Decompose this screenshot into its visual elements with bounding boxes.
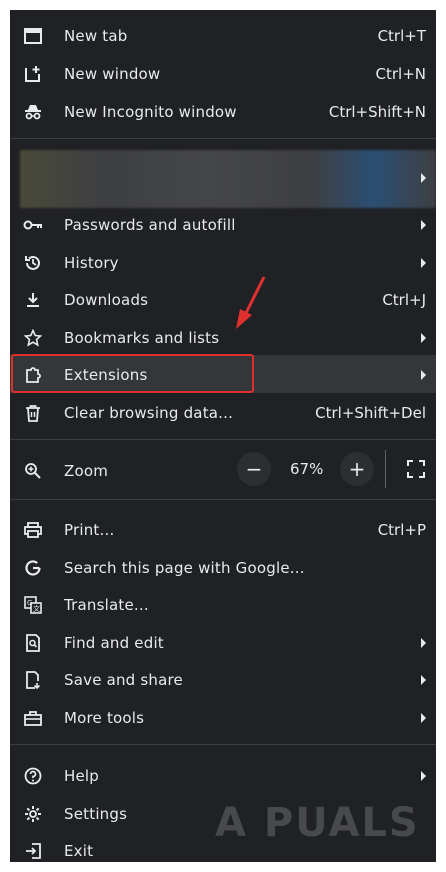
history-icon [22, 253, 44, 273]
exit-icon [22, 841, 44, 861]
menu-item-history[interactable]: History [10, 245, 436, 281]
bookmarks-label: Bookmarks and lists [64, 329, 220, 347]
zoom-level: 67% [290, 460, 324, 478]
history-label: History [64, 254, 119, 272]
search-page-label: Search this page with Google... [64, 559, 305, 577]
find-icon [22, 633, 44, 653]
translate-label: Translate... [64, 596, 149, 614]
menu-item-save-share[interactable]: Save and share [10, 662, 436, 698]
clear-data-label: Clear browsing data... [64, 404, 234, 422]
menu-item-search-page[interactable]: Search this page with Google... [10, 550, 436, 586]
menu-separator [10, 138, 436, 139]
chevron-right-icon [421, 771, 426, 781]
profile-row[interactable] [20, 150, 436, 208]
menu-item-print[interactable]: Print... Ctrl+P [10, 512, 436, 548]
fullscreen-icon[interactable] [406, 459, 426, 479]
save-share-icon [22, 670, 44, 690]
passwords-label: Passwords and autofill [64, 216, 236, 234]
print-label: Print... [64, 521, 115, 539]
exit-label: Exit [64, 842, 94, 860]
print-shortcut: Ctrl+P [377, 521, 426, 539]
menu-item-new-tab[interactable]: New tab Ctrl+T [10, 18, 436, 54]
key-icon [22, 215, 44, 235]
new-incognito-label: New Incognito window [64, 103, 237, 121]
menu-item-passwords[interactable]: Passwords and autofill [10, 207, 436, 243]
menu-item-more-tools[interactable]: More tools [10, 700, 436, 736]
extensions-highlight-box [11, 354, 254, 393]
menu-item-new-incognito[interactable]: New Incognito window Ctrl+Shift+N [10, 94, 436, 130]
menu-separator [10, 439, 436, 440]
gear-icon [22, 804, 44, 824]
new-window-label: New window [64, 65, 161, 83]
printer-icon [22, 520, 44, 540]
chevron-right-icon [421, 258, 426, 268]
menu-item-translate[interactable]: G文 Translate... [10, 587, 436, 623]
settings-label: Settings [64, 805, 128, 823]
downloads-shortcut: Ctrl+J [382, 291, 426, 309]
svg-text:G: G [27, 599, 32, 607]
annotation-arrow-icon [236, 276, 266, 329]
zoom-in-button[interactable]: + [340, 452, 374, 486]
download-icon [22, 290, 44, 310]
new-tab-label: New tab [64, 27, 128, 45]
zoom-divider [385, 450, 386, 488]
google-icon [22, 558, 44, 578]
translate-icon: G文 [22, 595, 44, 615]
help-icon [22, 766, 44, 786]
new-tab-shortcut: Ctrl+T [377, 27, 426, 45]
svg-text:文: 文 [33, 604, 40, 613]
star-icon [22, 328, 44, 348]
clear-data-shortcut: Ctrl+Shift+Del [315, 404, 426, 422]
menu-item-help[interactable]: Help [10, 758, 436, 794]
zoom-out-button[interactable]: − [237, 452, 271, 486]
chevron-right-icon [421, 370, 426, 380]
chevron-right-icon [421, 638, 426, 648]
menu-separator [10, 499, 436, 500]
menu-item-clear-data[interactable]: Clear browsing data... Ctrl+Shift+Del [10, 395, 436, 431]
menu-item-downloads[interactable]: Downloads Ctrl+J [10, 282, 436, 318]
new-incognito-shortcut: Ctrl+Shift+N [328, 103, 426, 121]
toolbox-icon [22, 708, 44, 728]
menu-separator [10, 744, 436, 745]
chevron-right-icon [421, 713, 426, 723]
chevron-right-icon [421, 173, 426, 183]
menu-item-bookmarks[interactable]: Bookmarks and lists [10, 320, 436, 356]
zoom-icon [22, 461, 44, 481]
chevron-right-icon [421, 220, 426, 230]
menu-item-find-edit[interactable]: Find and edit [10, 625, 436, 661]
zoom-label: Zoom [64, 462, 109, 480]
find-edit-label: Find and edit [64, 634, 164, 652]
chrome-main-menu: New tab Ctrl+T New window Ctrl+N New Inc… [10, 10, 436, 862]
new-window-shortcut: Ctrl+N [375, 65, 426, 83]
save-share-label: Save and share [64, 671, 183, 689]
chevron-right-icon [421, 333, 426, 343]
new-window-icon [22, 64, 44, 84]
trash-icon [22, 403, 44, 423]
downloads-label: Downloads [64, 291, 149, 309]
menu-item-new-window[interactable]: New window Ctrl+N [10, 56, 436, 92]
new-tab-icon [22, 26, 44, 46]
watermark-logo: A PUALS [215, 800, 420, 846]
chevron-right-icon [421, 675, 426, 685]
incognito-icon [22, 102, 44, 122]
more-tools-label: More tools [64, 709, 145, 727]
help-label: Help [64, 767, 99, 785]
